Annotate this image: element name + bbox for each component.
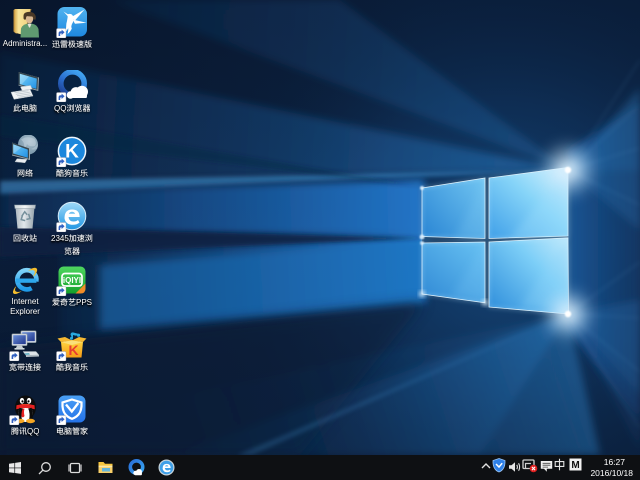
svg-text:PPS: PPS [76,298,92,307]
svg-text:K: K [68,342,78,358]
svg-text:iQIYI: iQIYI [63,276,81,285]
svg-text:QQ: QQ [54,104,66,113]
svg-text:K: K [65,142,79,163]
svg-text:2345: 2345 [51,234,69,243]
svg-text:QQ: QQ [27,427,39,436]
